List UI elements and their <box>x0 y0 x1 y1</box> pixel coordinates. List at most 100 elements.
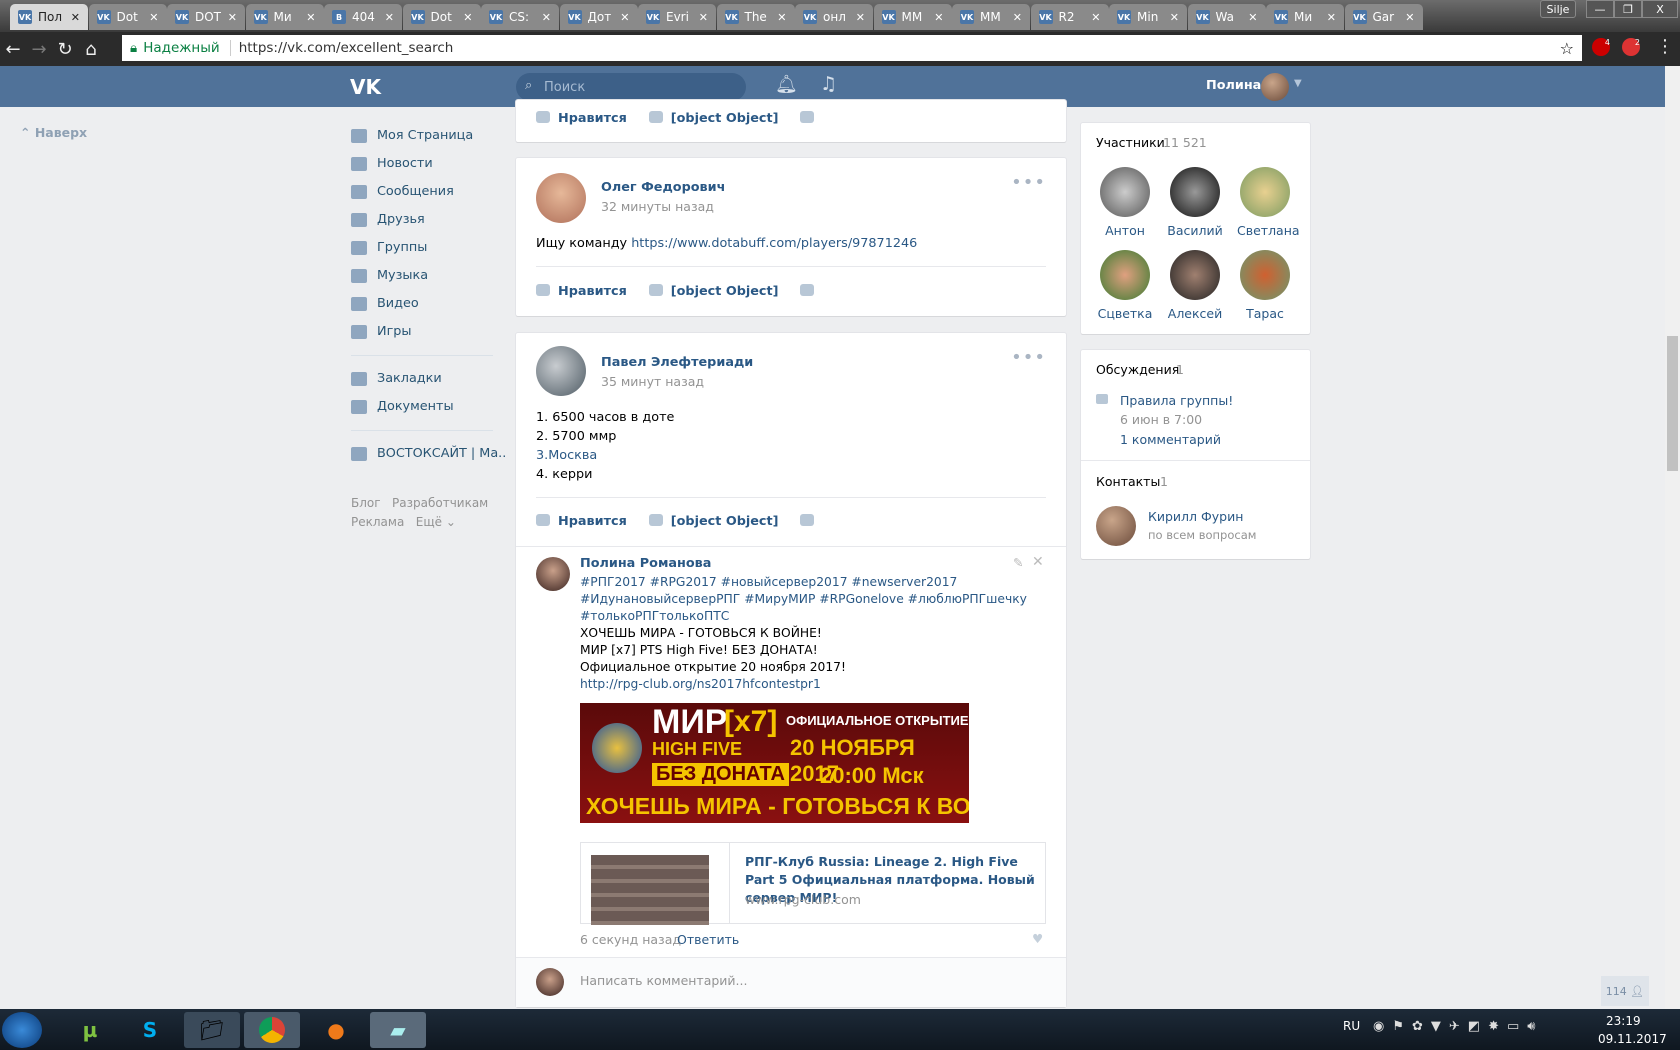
minimize-button[interactable]: — <box>1586 0 1614 18</box>
tab-close-icon[interactable]: ✕ <box>542 11 551 24</box>
share-button[interactable] <box>800 284 822 299</box>
browser-tab[interactable]: VK MM ✕ <box>952 4 1030 30</box>
back-button[interactable]: ← <box>0 39 26 60</box>
post-link[interactable]: https://www.dotabuff.com/players/9787124… <box>631 236 917 251</box>
browser-tab[interactable]: VK Dot ✕ <box>402 4 481 30</box>
more-options-icon[interactable]: ••• <box>1011 172 1046 193</box>
post-time[interactable]: 32 минуты назад <box>601 199 714 214</box>
browser-tab[interactable]: VK MM ✕ <box>873 4 952 30</box>
menu-messages[interactable]: Сообщения <box>351 184 454 199</box>
menu-my-page[interactable]: Моя Страница <box>351 128 473 143</box>
tab-close-icon[interactable]: ✕ <box>777 11 786 24</box>
browser-tab[interactable]: VK Min ✕ <box>1109 4 1187 30</box>
scrollbar-thumb[interactable] <box>1667 336 1678 471</box>
like-button[interactable]: Нравится <box>536 111 627 126</box>
home-button[interactable]: ⌂ <box>78 39 104 60</box>
comment-input[interactable]: Написать комментарий... <box>580 973 747 988</box>
address-bar[interactable]: 🔒︎ Надежный https://vk.com/excellent_sea… <box>122 35 1582 61</box>
menu-video[interactable]: Видео <box>351 296 419 311</box>
topic-comments[interactable]: 1 комментарий <box>1120 432 1221 447</box>
menu-news[interactable]: Новости <box>351 156 433 171</box>
comment-button[interactable]: [object Object] <box>649 111 779 126</box>
browser-tab[interactable]: VK Evri ✕ <box>638 4 716 30</box>
menu-icon[interactable]: ⋮ <box>1656 36 1674 57</box>
comment-button[interactable]: [object Object] <box>649 514 779 529</box>
user-name[interactable]: Полина <box>1206 78 1261 93</box>
tab-close-icon[interactable]: ✕ <box>1091 11 1100 24</box>
browser-tab[interactable]: VK Дот ✕ <box>559 4 638 30</box>
topic-link[interactable]: Правила группы! <box>1120 393 1233 408</box>
close-window-button[interactable]: X <box>1642 0 1678 18</box>
comment-url[interactable]: http://rpg-club.org/ns2017hfcontestpr1 <box>580 676 1050 693</box>
tab-close-icon[interactable]: ✕ <box>71 11 80 24</box>
tab-close-icon[interactable]: ✕ <box>699 11 708 24</box>
contact-name[interactable]: Кирилл Фурин <box>1148 509 1243 524</box>
back-to-top-link[interactable]: ⌃ Наверх <box>20 125 87 140</box>
menu-group-vostoksite[interactable]: ВОСТОКСАЙТ | Ма.. <box>351 446 506 461</box>
edit-icon[interactable]: ✎ <box>1013 555 1023 570</box>
start-button[interactable] <box>2 1012 42 1048</box>
firefox-icon[interactable]: ● <box>308 1012 364 1048</box>
delete-icon[interactable]: ✕ <box>1032 554 1044 570</box>
tab-close-icon[interactable]: ✕ <box>1248 11 1257 24</box>
comment-author[interactable]: Полина Романова <box>580 556 711 571</box>
footer-link-blog[interactable]: Блог <box>351 496 381 510</box>
online-friends-button[interactable]: 114 👤︎ <box>1601 976 1649 1006</box>
share-button[interactable] <box>800 111 822 126</box>
menu-games[interactable]: Игры <box>351 324 412 339</box>
tab-close-icon[interactable]: ✕ <box>856 11 865 24</box>
browser-tab[interactable]: VK Dot ✕ <box>88 4 167 30</box>
share-button[interactable] <box>800 514 822 529</box>
footer-link-more[interactable]: Ещё ⌄ <box>416 515 456 529</box>
tab-close-icon[interactable]: ✕ <box>228 11 237 24</box>
discussions-title[interactable]: Обсуждения <box>1096 362 1179 377</box>
clock-time[interactable]: 23:19 <box>1606 1014 1641 1028</box>
like-button[interactable]: Нравится <box>536 514 627 529</box>
menu-friends[interactable]: Друзья <box>351 212 425 227</box>
scrollbar[interactable] <box>1665 66 1680 1009</box>
browser-tab[interactable]: VK The ✕ <box>716 4 795 30</box>
clock-date[interactable]: 09.11.2017 <box>1598 1032 1667 1046</box>
member[interactable]: Тарас <box>1237 250 1293 321</box>
music-icon[interactable]: ♫ <box>820 73 837 95</box>
hashtags[interactable]: #РПГ2017 #RPG2017 #новыйсервер2017 #news… <box>580 574 1050 591</box>
browser-tab[interactable]: VK Gar ✕ <box>1344 4 1423 30</box>
member[interactable]: Алексей <box>1167 250 1223 321</box>
banner-image[interactable]: МИР [x7] HIGH FIVE БЕЗ ДОНАТА ОФИЦИАЛЬНО… <box>580 703 969 823</box>
tab-close-icon[interactable]: ✕ <box>934 11 943 24</box>
browser-tab[interactable]: VK R2 ✕ <box>1030 4 1109 30</box>
tab-close-icon[interactable]: ✕ <box>1170 11 1179 24</box>
language-indicator[interactable]: RU <box>1343 1019 1360 1033</box>
contacts-title[interactable]: Контакты <box>1096 474 1160 489</box>
tab-close-icon[interactable]: ✕ <box>385 11 394 24</box>
profile-button[interactable]: Silje <box>1540 0 1576 18</box>
search-input[interactable]: ⌕ Поиск <box>516 73 746 101</box>
utorrent-icon[interactable]: µ <box>62 1012 118 1048</box>
member[interactable]: Антон <box>1097 167 1153 238</box>
menu-music[interactable]: Музыка <box>351 268 428 283</box>
bookmark-star-icon[interactable]: ☆ <box>1560 39 1574 58</box>
comment-button[interactable]: [object Object] <box>649 284 779 299</box>
skype-icon[interactable]: S <box>122 1012 178 1048</box>
post-author[interactable]: Олег Федорович <box>601 180 725 195</box>
author-avatar[interactable] <box>536 346 586 396</box>
reply-link[interactable]: Ответить <box>677 932 739 947</box>
link-snippet[interactable]: РПГ-Клуб Russia: Lineage 2. High Five Pa… <box>580 842 1046 925</box>
notifications-bell-icon[interactable]: 🔔︎ <box>775 74 798 95</box>
reload-button[interactable]: ↻ <box>52 39 78 60</box>
like-button[interactable]: Нравится <box>536 284 627 299</box>
extension-ublock[interactable]: 2 <box>1622 38 1640 56</box>
tab-close-icon[interactable]: ✕ <box>149 11 158 24</box>
menu-bookmarks[interactable]: Закладки <box>351 371 442 386</box>
tab-close-icon[interactable]: ✕ <box>1405 11 1414 24</box>
restore-button[interactable]: ❐ <box>1614 0 1642 18</box>
footer-link-developers[interactable]: Разработчикам <box>392 496 488 510</box>
forward-button[interactable]: → <box>26 39 52 60</box>
hashtags[interactable]: #толькоРПГтолькоПТС <box>580 608 1050 625</box>
tab-close-icon[interactable]: ✕ <box>306 11 315 24</box>
chrome-icon[interactable] <box>244 1012 300 1048</box>
member[interactable]: Светлана <box>1237 167 1300 238</box>
browser-tab[interactable]: VK DOT ✕ <box>167 4 245 30</box>
chevron-down-icon[interactable]: ▼ <box>1294 78 1302 89</box>
tab-close-icon[interactable]: ✕ <box>463 11 472 24</box>
